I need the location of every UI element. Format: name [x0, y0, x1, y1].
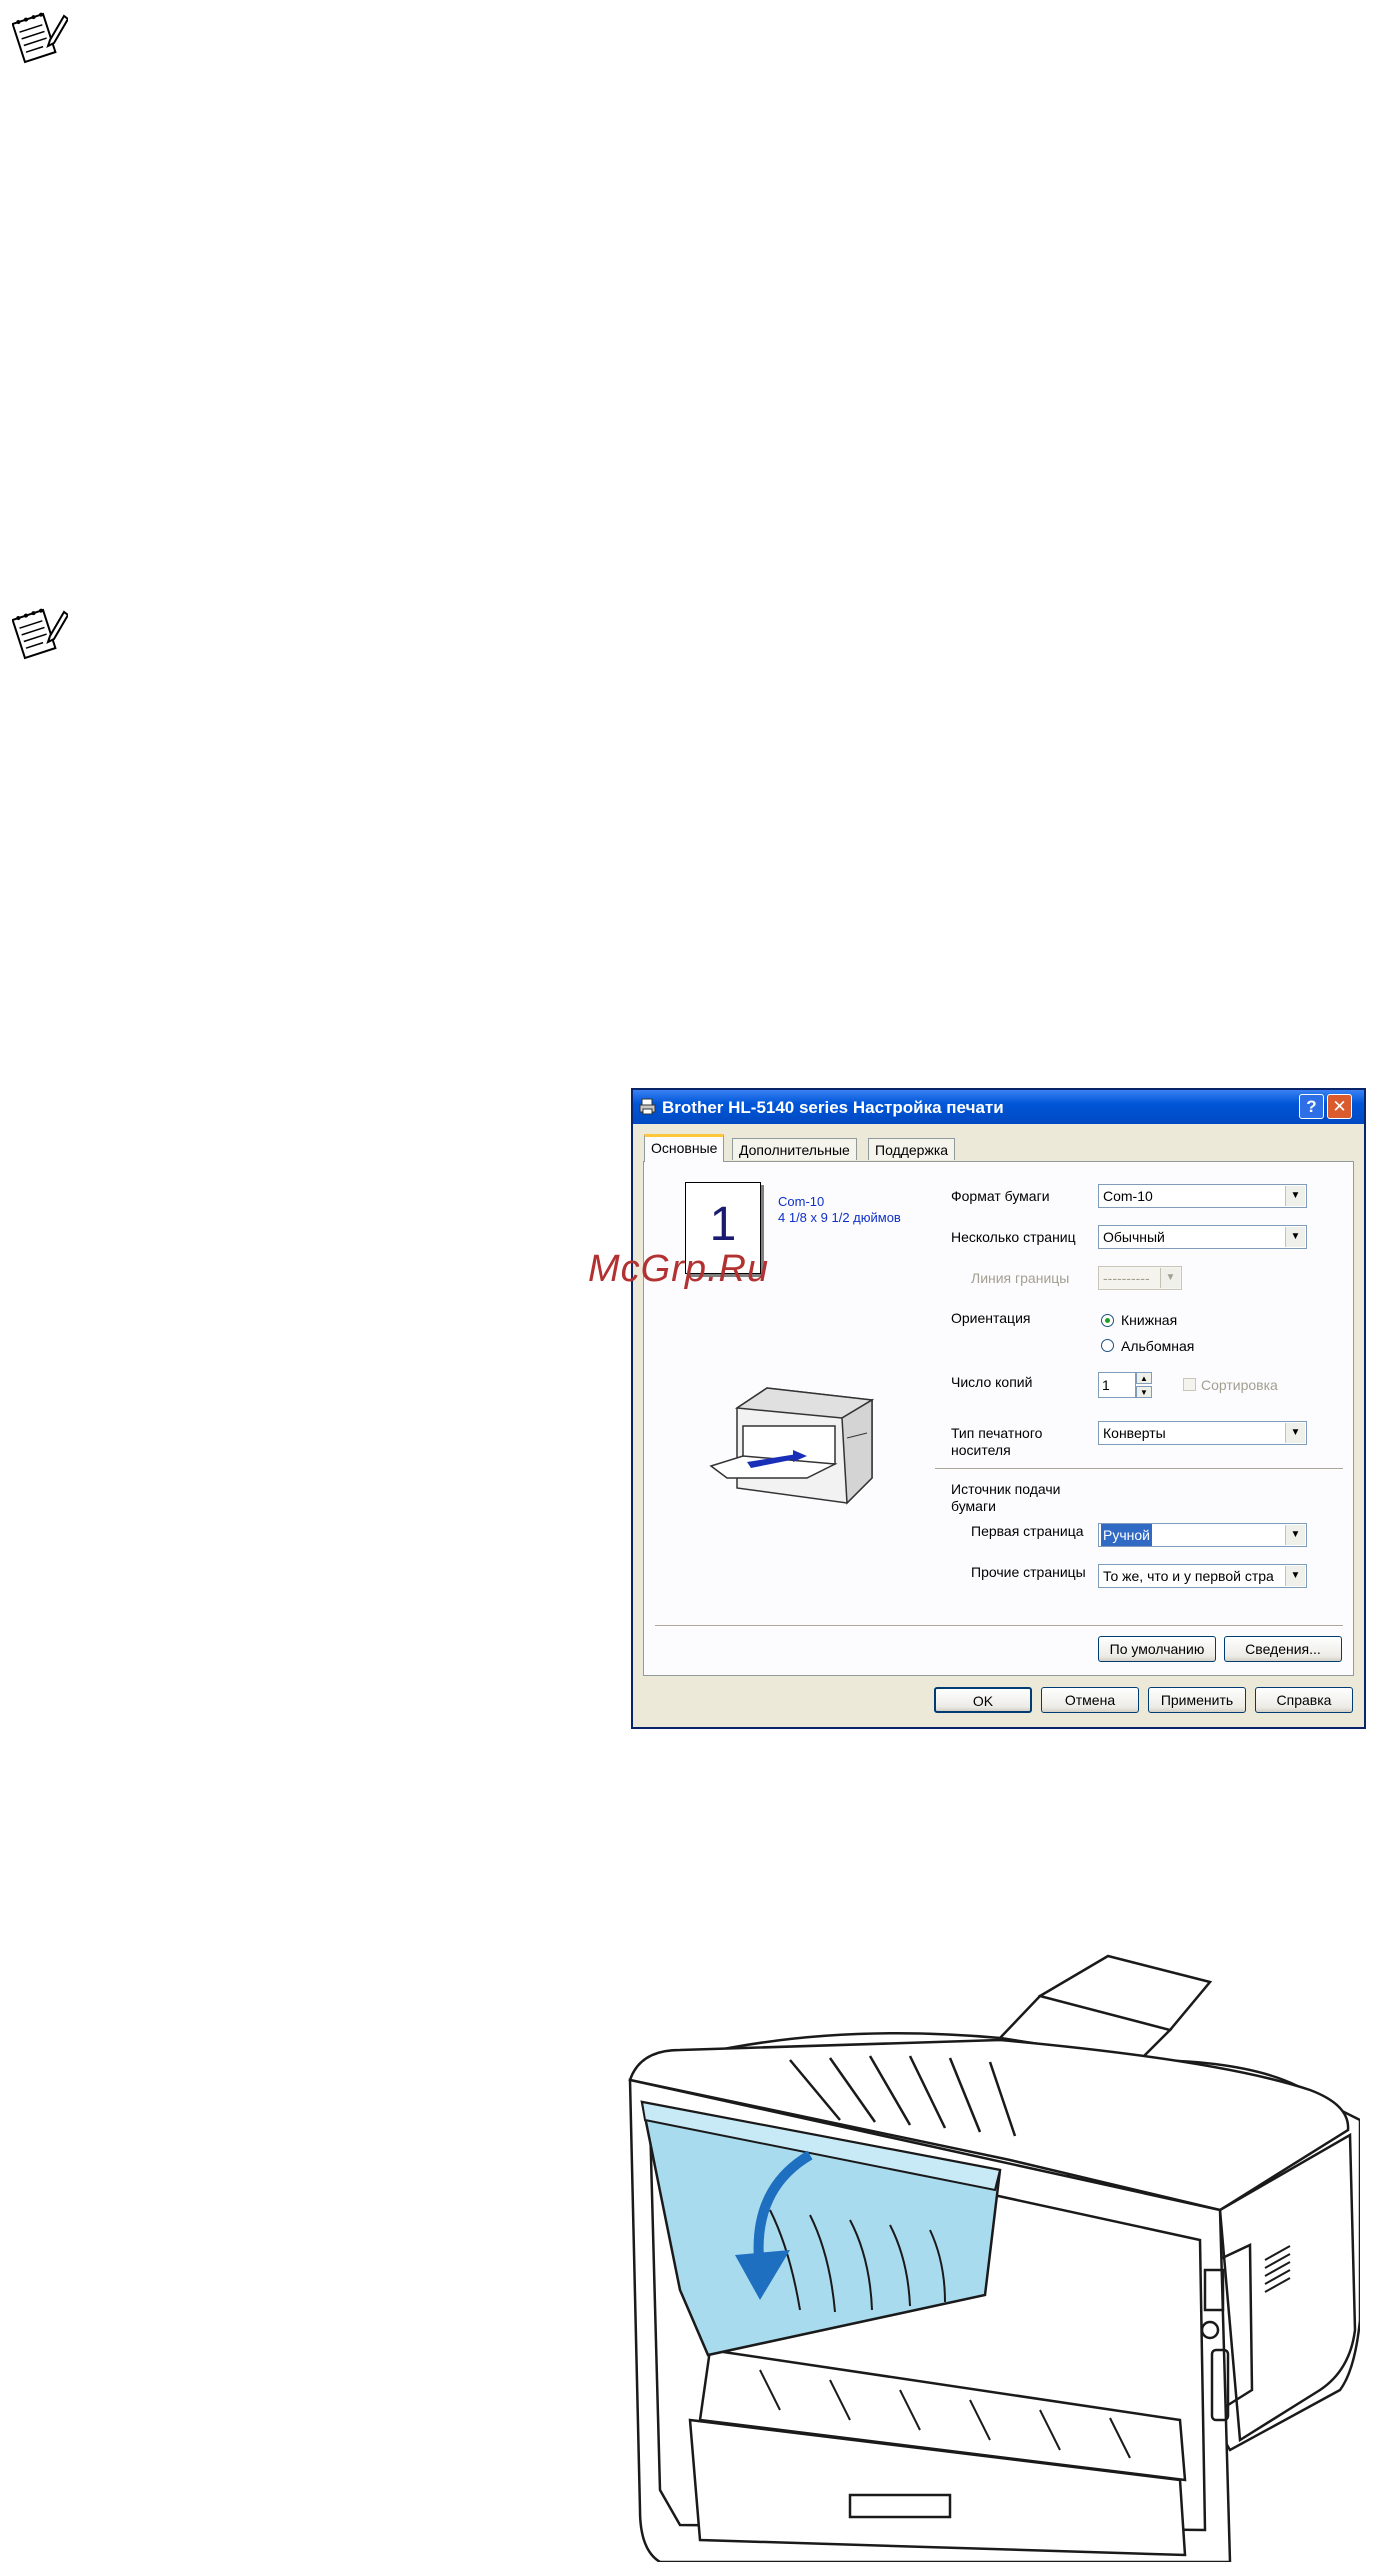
portrait-radio[interactable] — [1101, 1314, 1114, 1327]
media-type-select[interactable]: Конверты ▼ — [1098, 1421, 1307, 1445]
close-button[interactable]: ✕ — [1327, 1094, 1352, 1119]
help-title-button[interactable]: ? — [1299, 1094, 1324, 1119]
border-line-select[interactable]: ---------- ▼ — [1098, 1266, 1182, 1290]
landscape-label[interactable]: Альбомная — [1121, 1338, 1194, 1354]
tab-basic[interactable]: Основные — [644, 1134, 725, 1162]
divider — [655, 1625, 1343, 1627]
media-type-label-1: Тип печатного — [951, 1425, 1043, 1441]
tab-advanced[interactable]: Дополнительные — [732, 1138, 857, 1160]
paper-size-label: Формат бумаги — [951, 1188, 1050, 1204]
printer-icon — [639, 1098, 656, 1115]
arrow-up-icon[interactable]: ▲ — [1136, 1372, 1152, 1384]
paper-size-preview: 4 1/8 x 9 1/2 дюймов — [778, 1210, 901, 1225]
chevron-down-icon: ▼ — [1285, 1525, 1305, 1545]
note-icon — [12, 10, 68, 66]
printer-preview-image — [709, 1387, 875, 1505]
multiple-page-label: Несколько страниц — [951, 1229, 1076, 1245]
chevron-down-icon: ▼ — [1285, 1186, 1305, 1206]
copies-label: Число копий — [951, 1374, 1033, 1390]
title-bar[interactable]: Brother HL-5140 series Настройка печати … — [633, 1090, 1364, 1124]
copies-stepper[interactable]: ▲ ▼ — [1136, 1372, 1152, 1398]
copies-input[interactable]: 1 — [1098, 1372, 1136, 1398]
paper-source-label-2: бумаги — [951, 1498, 996, 1514]
border-line-label: Линия границы — [971, 1270, 1070, 1286]
chevron-down-icon: ▼ — [1285, 1227, 1305, 1247]
other-pages-label: Прочие страницы — [971, 1564, 1086, 1580]
ok-button[interactable]: OK — [934, 1687, 1032, 1713]
chevron-down-icon: ▼ — [1285, 1423, 1305, 1443]
printer-back-illustration — [628, 1954, 1360, 2562]
first-page-select[interactable]: Ручной ▼ — [1098, 1523, 1307, 1547]
tab-support[interactable]: Поддержка — [868, 1138, 956, 1160]
multiple-page-select[interactable]: Обычный ▼ — [1098, 1225, 1307, 1249]
portrait-label[interactable]: Книжная — [1121, 1312, 1177, 1328]
paper-size-select[interactable]: Com-10 ▼ — [1098, 1184, 1307, 1208]
media-type-label-2: носителя — [951, 1442, 1011, 1458]
paper-source-label-1: Источник подачи — [951, 1481, 1061, 1497]
first-page-label: Первая страница — [971, 1523, 1084, 1539]
window-title: Brother HL-5140 series Настройка печати — [662, 1098, 1004, 1117]
first-page-value: Ручной — [1101, 1524, 1152, 1546]
orientation-label: Ориентация — [951, 1310, 1031, 1326]
other-pages-value: То же, что и у первой стра — [1103, 1568, 1274, 1584]
arrow-down-icon[interactable]: ▼ — [1136, 1386, 1152, 1398]
divider — [935, 1468, 1343, 1470]
media-type-value: Конверты — [1103, 1425, 1166, 1441]
chevron-down-icon: ▼ — [1285, 1566, 1305, 1586]
about-button[interactable]: Сведения... — [1224, 1636, 1342, 1662]
chevron-down-icon: ▼ — [1160, 1268, 1180, 1288]
landscape-radio[interactable] — [1101, 1339, 1114, 1352]
collate-checkbox[interactable] — [1183, 1378, 1196, 1391]
paper-size-value: Com-10 — [1103, 1188, 1153, 1204]
cancel-button[interactable]: Отмена — [1041, 1687, 1139, 1713]
default-button[interactable]: По умолчанию — [1098, 1636, 1216, 1662]
paper-name-preview: Com-10 — [778, 1194, 825, 1209]
apply-button[interactable]: Применить — [1148, 1687, 1246, 1713]
help-button[interactable]: Справка — [1255, 1687, 1353, 1713]
watermark: McGrp.Ru — [588, 1248, 770, 1290]
multiple-page-value: Обычный — [1103, 1229, 1165, 1245]
border-line-value: ---------- — [1103, 1270, 1150, 1286]
page-number: 1 — [709, 1198, 737, 1251]
collate-label: Сортировка — [1201, 1377, 1278, 1393]
other-pages-select[interactable]: То же, что и у первой стра ▼ — [1098, 1564, 1307, 1588]
note-icon — [12, 606, 68, 662]
